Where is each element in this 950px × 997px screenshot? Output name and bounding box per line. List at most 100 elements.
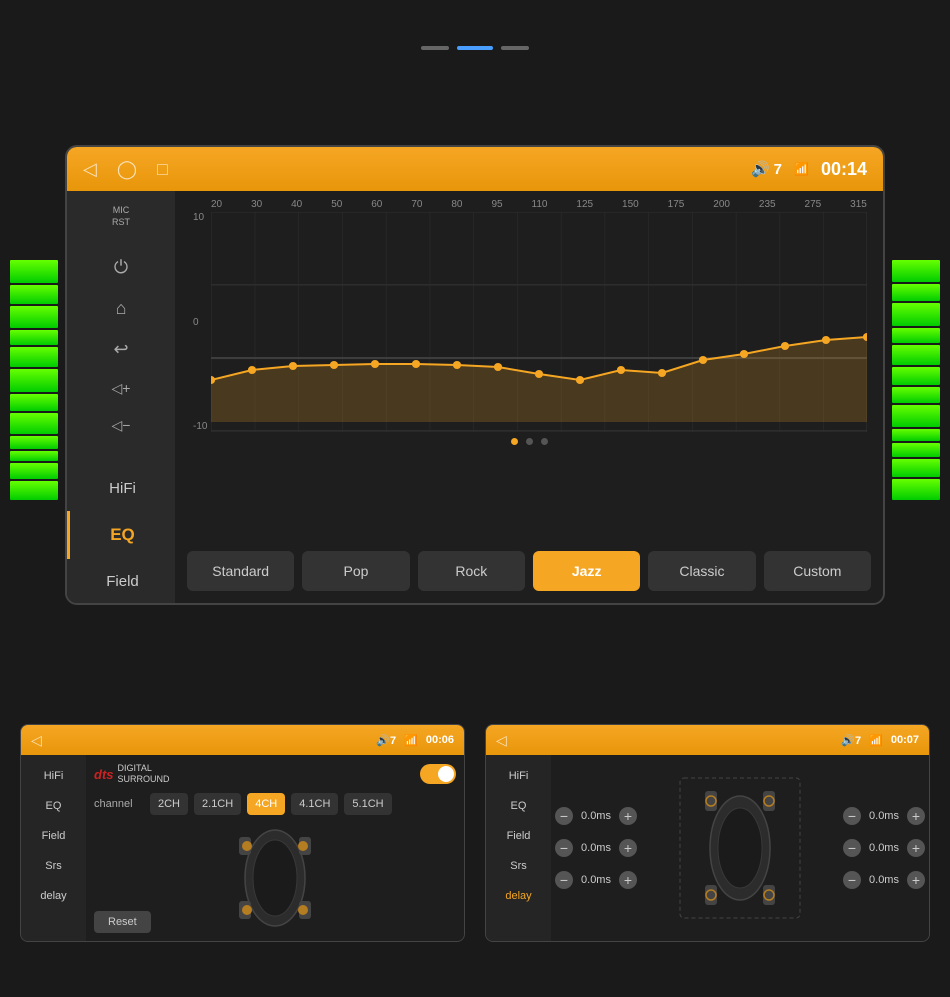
dts-sidebar-field[interactable]: Field [21, 821, 86, 851]
eq-point-14[interactable] [781, 342, 789, 350]
delay-rr-plus[interactable]: + [907, 839, 925, 857]
page-indicators [421, 46, 529, 50]
delay-sidebar-field[interactable]: Field [486, 821, 551, 851]
back-icon[interactable]: ↩ [105, 331, 136, 368]
eq-point-9[interactable] [576, 376, 584, 384]
delay-sidebar-hifi[interactable]: HiFi [486, 761, 551, 791]
delay-signal: 📶 [869, 734, 883, 747]
dts-content: HiFi EQ Field Srs delay dts DIGITAL SURR… [21, 755, 464, 941]
delay-rl-plus[interactable]: + [619, 839, 637, 857]
dts-sidebar-eq[interactable]: EQ [21, 791, 86, 821]
dts-sidebar-hifi[interactable]: HiFi [21, 761, 86, 791]
volume-up-icon[interactable]: ◁+ [104, 372, 139, 405]
eq-bar [10, 330, 58, 346]
delay-subr-control: − 0.0ms + [843, 871, 925, 889]
channel-21ch[interactable]: 2.1CH [194, 793, 241, 815]
delay-subl-minus[interactable]: − [555, 871, 573, 889]
delay-fr-minus[interactable]: − [843, 807, 861, 825]
recent-button[interactable]: □ [157, 159, 168, 180]
eq-point-4[interactable] [371, 360, 379, 368]
eq-point-7[interactable] [494, 363, 502, 371]
channel-51ch[interactable]: 5.1CH [344, 793, 391, 815]
sidebar-item-hifi[interactable]: HiFi [67, 466, 175, 511]
time-display: 00:14 [821, 159, 867, 180]
chart-dot-2[interactable] [526, 438, 533, 445]
volume-down-icon[interactable]: ◁− [104, 409, 139, 442]
main-sidebar: MIC RST ⏻ ⌂ ↩ ◁+ ◁− HiFi EQ Field [67, 191, 175, 603]
chart-dot-1[interactable] [511, 438, 518, 445]
eq-point-3[interactable] [330, 361, 338, 369]
dts-sidebar-srs[interactable]: Srs [21, 851, 86, 881]
eq-bar [10, 347, 58, 366]
delay-rr-control: − 0.0ms + [843, 839, 925, 857]
eq-bar [892, 429, 940, 441]
eq-point-15[interactable] [822, 336, 830, 344]
delay-sidebar-delay[interactable]: delay [486, 881, 551, 911]
delay-rl-minus[interactable]: − [555, 839, 573, 857]
delay-rl-value: 0.0ms [577, 842, 615, 854]
dts-logo-text: dts [94, 767, 114, 782]
eq-point-8[interactable] [535, 370, 543, 378]
eq-chart: 10 0 -10 [211, 212, 867, 432]
page-dot-2[interactable] [457, 46, 493, 50]
eq-point-13[interactable] [740, 350, 748, 358]
dts-header: dts DIGITAL SURROUND [94, 763, 456, 785]
delay-sidebar-srs[interactable]: Srs [486, 851, 551, 881]
delay-fl-control: − 0.0ms + [555, 807, 637, 825]
channel-2ch[interactable]: 2CH [150, 793, 188, 815]
delay-rr-value: 0.0ms [865, 842, 903, 854]
eq-mode-pop[interactable]: Pop [302, 551, 409, 591]
delay-fl-minus[interactable]: − [555, 807, 573, 825]
eq-point-12[interactable] [699, 356, 707, 364]
eq-bar [892, 405, 940, 427]
eq-point-1[interactable] [248, 366, 256, 374]
power-icon[interactable]: ⏻ [106, 249, 136, 286]
delay-sidebar-eq[interactable]: EQ [486, 791, 551, 821]
eq-bars-decoration-left [10, 260, 58, 500]
channel-4ch[interactable]: 4CH [247, 793, 285, 815]
delay-right-controls: − 0.0ms + − 0.0ms + − 0.0ms + [843, 807, 925, 889]
eq-mode-custom[interactable]: Custom [764, 551, 871, 591]
channel-41ch[interactable]: 4.1CH [291, 793, 338, 815]
dts-back-btn[interactable]: ◁ [31, 732, 42, 749]
dts-toggle[interactable] [420, 764, 456, 784]
delay-car-svg [675, 773, 805, 923]
home-icon[interactable]: ⌂ [108, 290, 135, 327]
sidebar-item-field[interactable]: Field [67, 559, 175, 603]
delay-subr-minus[interactable]: − [843, 871, 861, 889]
eq-bar [892, 479, 940, 500]
delay-fl-plus[interactable]: + [619, 807, 637, 825]
dts-signal: 📶 [404, 734, 418, 747]
delay-fl-value: 0.0ms [577, 810, 615, 822]
delay-back-btn[interactable]: ◁ [496, 732, 507, 749]
page-dot-3[interactable] [501, 46, 529, 50]
sidebar-top-icons: MIC RST [112, 199, 130, 233]
eq-point-6[interactable] [453, 361, 461, 369]
eq-point-2[interactable] [289, 362, 297, 370]
eq-point-11[interactable] [658, 369, 666, 377]
dts-sidebar-delay[interactable]: delay [21, 881, 86, 911]
back-button[interactable]: ◁ [83, 159, 97, 180]
eq-point-10[interactable] [617, 366, 625, 374]
delay-subr-plus[interactable]: + [907, 871, 925, 889]
eq-mode-classic[interactable]: Classic [648, 551, 755, 591]
delay-subl-plus[interactable]: + [619, 871, 637, 889]
home-button[interactable]: ◯ [117, 159, 137, 180]
eq-bar [892, 459, 940, 477]
delay-fr-plus[interactable]: + [907, 807, 925, 825]
sidebar-item-eq[interactable]: EQ [67, 511, 175, 559]
eq-mode-rock[interactable]: Rock [418, 551, 525, 591]
chart-dot-3[interactable] [541, 438, 548, 445]
delay-main: − 0.0ms + − 0.0ms + − 0.0ms + [551, 755, 929, 941]
eq-bar [10, 451, 58, 461]
delay-rr-minus[interactable]: − [843, 839, 861, 857]
nav-buttons: ◁ ◯ □ [83, 159, 168, 180]
chart-page-dots [191, 432, 867, 451]
eq-bar [892, 328, 940, 342]
delay-volume: 🔊7 [841, 734, 861, 747]
reset-button[interactable]: Reset [94, 911, 151, 933]
eq-mode-jazz[interactable]: Jazz [533, 551, 640, 591]
eq-point-5[interactable] [412, 360, 420, 368]
page-dot-1[interactable] [421, 46, 449, 50]
eq-mode-standard[interactable]: Standard [187, 551, 294, 591]
